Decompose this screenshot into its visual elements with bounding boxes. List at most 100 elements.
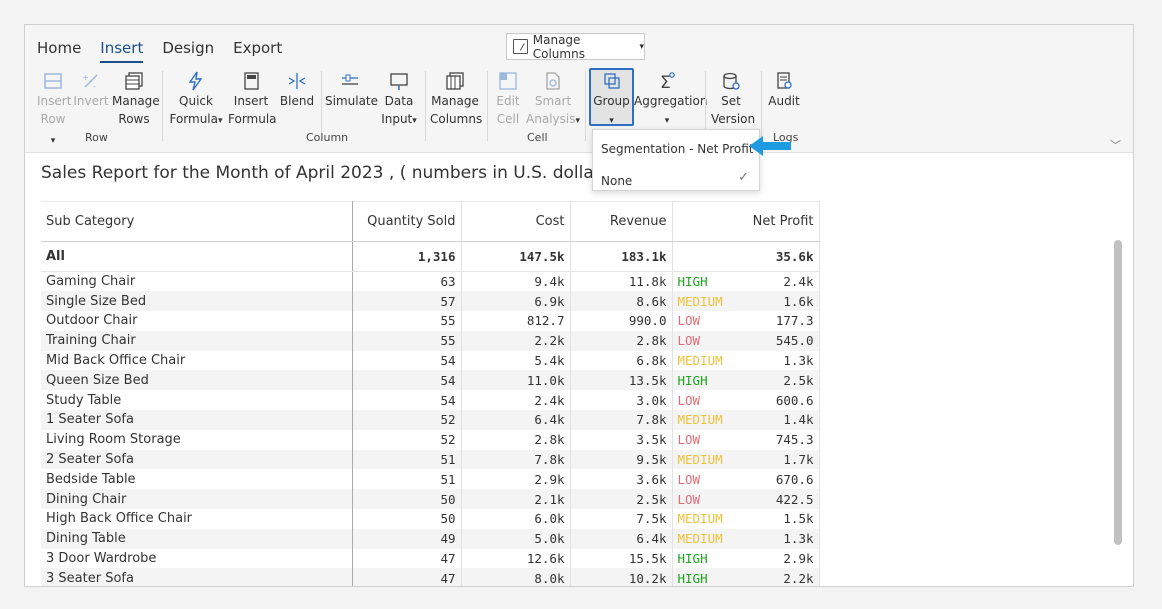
net-profit-value: 1.5k	[783, 511, 814, 527]
cell-net-profit: MEDIUM 1.3k	[672, 350, 820, 371]
app-window: Home Insert Design Export Manage Columns…	[24, 24, 1134, 587]
table-row[interactable]: 1 Seater Sofa 52 6.4k 7.8k MEDIUM 1.4k	[41, 410, 820, 430]
column-header-cost[interactable]: Cost	[461, 201, 571, 242]
cell-quantity-sold: 54	[352, 370, 462, 391]
group-label: Group	[593, 94, 630, 108]
audit-button[interactable]: Audit	[766, 71, 802, 110]
menu-item-segmentation-net-profit[interactable]: Segmentation - Net Profit	[601, 142, 753, 156]
group-label-row: Row	[85, 131, 108, 144]
cell-net-profit: LOW 177.3	[672, 311, 820, 331]
invert-row-label: Invert	[73, 94, 109, 108]
net-profit-value: 422.5	[775, 491, 814, 507]
menu-item-none[interactable]: None	[601, 174, 632, 188]
column-header-net-profit[interactable]: Net Profit	[672, 201, 820, 242]
set-version-button[interactable]: Set Version	[711, 71, 755, 128]
table-row[interactable]: Study Table 54 2.4k 3.0k LOW 600.6	[41, 390, 820, 411]
tab-export[interactable]: Export	[233, 39, 282, 63]
tab-design[interactable]: Design	[162, 39, 214, 63]
checkmark-icon: ✓	[738, 170, 749, 185]
segment-badge: HIGH	[677, 551, 708, 567]
insert-row-label-1: Insert	[37, 94, 72, 108]
manage-rows-label-2: Rows	[118, 112, 150, 126]
manage-columns-label-1: Manage	[431, 94, 479, 108]
data-input-button[interactable]: Data Input▾	[379, 71, 419, 130]
table-row[interactable]: Outdoor Chair 55 812.7 990.0 LOW 177.3	[41, 311, 820, 331]
report-title: Sales Report for the Month of April 2023…	[41, 163, 622, 183]
cell-revenue: 7.5k	[570, 509, 673, 529]
cell-cost: 2.4k	[461, 390, 571, 411]
total-profit: 35.6k	[672, 241, 820, 272]
table-row[interactable]: 3 Door Wardrobe 47 12.6k 15.5k HIGH 2.9k	[41, 548, 820, 569]
column-header-sub-category[interactable]: Sub Category	[41, 201, 353, 242]
table-row[interactable]: Training Chair 55 2.2k 2.8k LOW 545.0	[41, 330, 820, 351]
table-row[interactable]: Mid Back Office Chair 54 5.4k 6.8k MEDIUM 1.3…	[41, 350, 820, 371]
table-row[interactable]: 2 Seater Sofa 51 7.8k 9.5k MEDIUM 1.7k	[41, 449, 820, 470]
table-row[interactable]: High Back Office Chair 50 6.0k 7.5k MEDIUM 1.…	[41, 509, 820, 529]
cell-revenue: 15.5k	[570, 548, 673, 569]
manage-rows-label-1: Manage	[112, 94, 160, 108]
cell-cost: 2.8k	[461, 429, 571, 450]
insert-row-button[interactable]: Insert Row ▾	[37, 71, 72, 150]
aggregation-button[interactable]: Σ Aggregation ▾	[634, 71, 707, 130]
set-version-label-2: Version	[711, 112, 756, 126]
ribbon-separator	[425, 71, 426, 141]
blend-button[interactable]: Blend	[279, 71, 315, 110]
table-row[interactable]: Dining Table 49 5.0k 6.4k MEDIUM 1.3k	[41, 528, 820, 549]
quick-formula-label-2: Formula	[169, 112, 218, 126]
cell-cost: 7.8k	[461, 449, 571, 470]
cell-cost: 12.6k	[461, 548, 571, 569]
table-row[interactable]: 3 Seater Sofa 47 8.0k 10.2k HIGH 2.2k	[41, 568, 820, 586]
group-button[interactable]: Group ▾	[590, 71, 633, 130]
cell-quantity-sold: 50	[352, 489, 462, 510]
invert-row-button[interactable]: + - Invert	[73, 71, 109, 110]
collapse-ribbon-icon[interactable]: ﹀	[1110, 137, 1121, 153]
group-label-cell: Cell	[527, 131, 548, 144]
sigma-icon: Σ	[657, 71, 677, 93]
ribbon-tabs: Home Insert Design Export	[37, 39, 301, 63]
cell-sub-category: Queen Size Bed	[41, 370, 353, 391]
net-profit-value: 600.6	[775, 392, 814, 408]
table-row[interactable]: Bedside Table 51 2.9k 3.6k LOW 670.6	[41, 469, 820, 490]
edit-cell-button[interactable]: Edit Cell	[493, 71, 523, 128]
quick-formula-button[interactable]: Quick Formula▾	[168, 71, 224, 130]
table-row[interactable]: Gaming Chair 63 9.4k 11.8k HIGH 2.4k	[41, 271, 820, 292]
manage-columns-dropdown[interactable]: Manage Columns ▾	[506, 33, 645, 61]
insert-formula-button[interactable]: Insert Formula	[228, 71, 277, 128]
simulate-button[interactable]: Simulate	[325, 71, 378, 110]
cell-cost: 6.4k	[461, 410, 571, 430]
aggregation-label: Aggregation	[634, 94, 708, 108]
cell-revenue: 7.8k	[570, 410, 673, 430]
cell-net-profit: HIGH 2.2k	[672, 568, 820, 586]
chevron-down-icon: ▾	[412, 116, 417, 126]
smart-analysis-button[interactable]: Smart Analysis▾	[526, 71, 580, 130]
manage-columns-button[interactable]: Manage Columns	[430, 71, 482, 128]
cell-quantity-sold: 63	[352, 271, 462, 292]
tab-home[interactable]: Home	[37, 39, 81, 63]
cell-net-profit: HIGH 2.9k	[672, 548, 820, 569]
cell-sub-category: Outdoor Chair	[41, 311, 353, 331]
ribbon-separator	[585, 71, 586, 141]
manage-rows-button[interactable]: Manage Rows	[112, 71, 160, 128]
net-profit-value: 670.6	[775, 471, 814, 487]
chevron-down-icon: ▾	[639, 41, 644, 52]
cell-sub-category: Dining Chair	[41, 489, 353, 510]
cell-cost: 8.0k	[461, 568, 571, 586]
table-row[interactable]: Queen Size Bed 54 11.0k 13.5k HIGH 2.5k	[41, 370, 820, 391]
cell-sub-category: Dining Table	[41, 528, 353, 549]
data-input-label-1: Data	[384, 94, 414, 108]
svg-text:+: +	[82, 73, 89, 82]
cell-revenue: 6.8k	[570, 350, 673, 371]
vertical-scrollbar[interactable]	[1114, 240, 1122, 545]
column-header-quantity-sold[interactable]: Quantity Sold	[352, 201, 462, 242]
table-row[interactable]: Living Room Storage 52 2.8k 3.5k LOW 745.3	[41, 429, 820, 450]
column-header-revenue[interactable]: Revenue	[570, 201, 673, 242]
table-row[interactable]: Single Size Bed 57 6.9k 8.6k MEDIUM 1.6k	[41, 291, 820, 312]
cell-net-profit: LOW 745.3	[672, 429, 820, 450]
cell-revenue: 9.5k	[570, 449, 673, 470]
table-row[interactable]: Dining Chair 50 2.1k 2.5k LOW 422.5	[41, 489, 820, 510]
net-profit-value: 745.3	[775, 432, 814, 448]
table-total-row: All 1,316 147.5k 183.1k 35.6k	[41, 241, 820, 272]
tab-insert[interactable]: Insert	[100, 39, 144, 63]
edit-cell-icon	[498, 71, 518, 91]
net-profit-value: 2.4k	[783, 274, 814, 290]
